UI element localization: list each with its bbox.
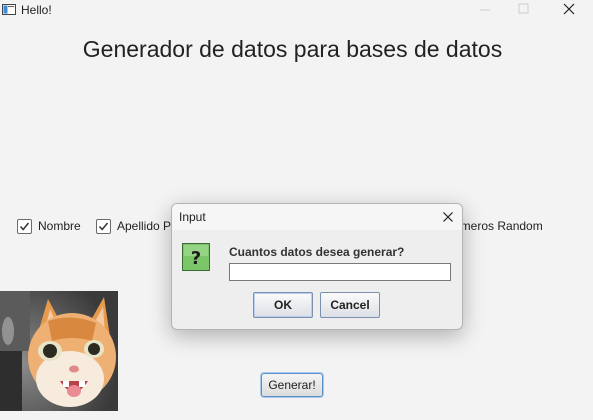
dialog-title: Input — [179, 210, 206, 224]
checkbox-label: Apellido P — [117, 219, 172, 233]
input-dialog: Input ? Cuantos datos desea generar? OK … — [171, 203, 463, 330]
window-titlebar: Hello! — [0, 0, 593, 20]
ok-button[interactable]: OK — [253, 292, 313, 318]
checkbox-box[interactable] — [96, 218, 111, 234]
cat-image — [0, 291, 118, 411]
checkmark-icon — [19, 222, 30, 231]
svg-text:?: ? — [191, 248, 201, 269]
dialog-close-button[interactable] — [440, 209, 456, 225]
minimize-icon — [480, 9, 490, 11]
minimize-button[interactable] — [465, 0, 505, 20]
checkbox-label-numeros-random: umeros Random — [454, 219, 543, 233]
question-icon: ? — [182, 243, 210, 271]
dialog-message: Cuantos datos desea generar? — [229, 245, 405, 259]
close-icon — [563, 3, 575, 15]
app-icon — [2, 4, 16, 15]
checkbox-nombre[interactable]: Nombre — [17, 218, 81, 234]
maximize-icon — [518, 3, 529, 14]
checkbox-box[interactable] — [17, 218, 32, 234]
window-title: Hello! — [21, 3, 52, 17]
quantity-input[interactable] — [229, 263, 451, 281]
checkbox-apellido-p[interactable]: Apellido P — [96, 218, 171, 234]
generate-button[interactable]: Generar! — [261, 373, 323, 397]
checkbox-label: Nombre — [38, 219, 81, 233]
maximize-button[interactable] — [503, 0, 543, 20]
close-button[interactable] — [548, 0, 588, 20]
close-icon — [443, 212, 453, 222]
dialog-titlebar: Input — [172, 204, 462, 230]
page-title: Generador de datos para bases de datos — [82, 36, 503, 62]
cancel-button[interactable]: Cancel — [320, 292, 380, 318]
checkmark-icon — [98, 222, 109, 231]
